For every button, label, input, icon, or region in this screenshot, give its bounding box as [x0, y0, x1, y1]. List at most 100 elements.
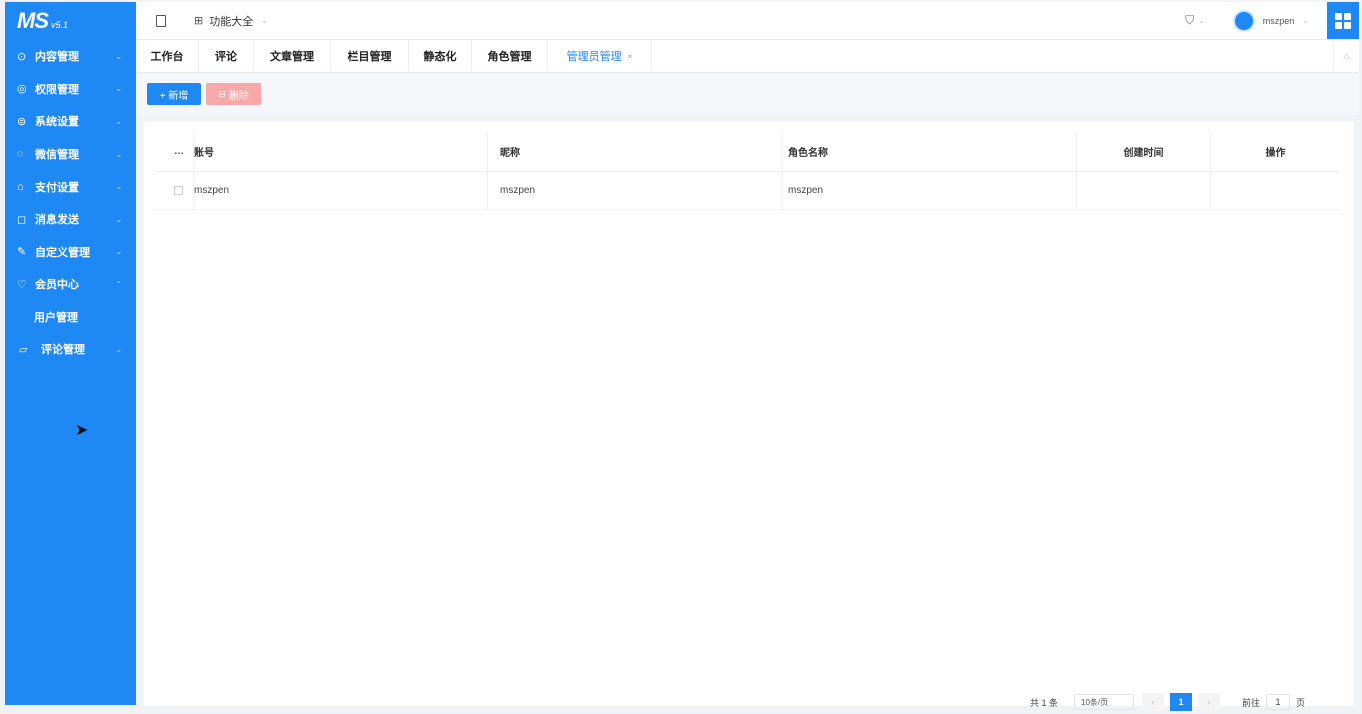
wechat-icon: ◌ — [17, 148, 24, 161]
delete-button[interactable]: ⊟ 删除 — [206, 83, 261, 105]
sidebar-toggle-icon[interactable] — [156, 14, 166, 27]
col-role[interactable]: 角色名称 — [783, 132, 1077, 171]
app-grid-button[interactable] — [1327, 2, 1359, 39]
table-header: … 账号 昵称 角色名称 创建时间 操作 — [154, 132, 1340, 172]
close-icon[interactable]: × — [628, 52, 633, 61]
sidebar-item-label: 支付设置 — [35, 181, 79, 194]
shield-icon[interactable]: ⛉ — [1185, 13, 1194, 28]
select-all-cell[interactable]: … — [154, 132, 194, 171]
tab-columns[interactable]: 栏目管理 — [331, 40, 409, 72]
chevron-down-icon: ⌄ — [115, 247, 122, 257]
comment-icon: ▱ — [19, 343, 28, 356]
tab-articles[interactable]: 文章管理 — [254, 40, 331, 72]
chevron-down-icon: ⌄ — [115, 116, 122, 126]
col-actions: 操作 — [1265, 148, 1286, 159]
tab-dashboard[interactable]: 工作台 — [136, 40, 199, 72]
sidebar-item-label: 内容管理 — [35, 51, 79, 64]
chevron-down-icon: ⌄ — [261, 16, 268, 25]
sidebar-item-label: 自定义管理 — [35, 246, 90, 259]
sidebar-subitem-label: 用户管理 — [34, 311, 78, 324]
chevron-down-icon: ⌄ — [115, 214, 122, 224]
more-icon: … — [174, 146, 185, 157]
content-icon: ⊙ — [17, 50, 27, 63]
edit-icon: ✎ — [17, 246, 27, 259]
sidebar-item-payment[interactable]: ⌂ 支付设置 ⌄ — [5, 170, 136, 203]
col-nickname[interactable]: 昵称 — [488, 132, 783, 171]
chevron-down-icon: ⌄ — [115, 149, 122, 159]
page-number-current[interactable]: 1 — [1170, 693, 1193, 711]
sidebar-item-member[interactable]: ♡ 会员中心 ⌃ — [5, 268, 136, 301]
sidebar-subitem-users[interactable]: 用户管理 — [5, 301, 136, 333]
toolbar: + 新增 ⊟ 删除 — [136, 73, 1359, 115]
add-button[interactable]: + 新增 — [147, 83, 201, 105]
tab-label: 评论 — [215, 51, 237, 63]
chevron-down-icon: ⌄ — [115, 84, 122, 94]
pagination: 共 1 条 10条/页 ‹ 1 › 前往 1 页 — [1030, 692, 1305, 712]
location-icon: ♡ — [17, 278, 27, 291]
cell-nickname: mszpen — [488, 172, 783, 209]
chevron-up-icon: ⌃ — [115, 279, 122, 289]
tab-static[interactable]: 静态化 — [409, 40, 472, 72]
sidebar-item-label: 会员中心 — [35, 279, 79, 292]
sidebar-item-label: 微信管理 — [35, 149, 79, 162]
goto-label: 前往 — [1242, 697, 1261, 708]
prev-page-button[interactable]: ‹ — [1142, 693, 1165, 711]
tab-label: 工作台 — [150, 51, 184, 63]
delete-label: 删除 — [228, 90, 249, 102]
sidebar-item-label: 消息发送 — [35, 214, 79, 227]
brand-version: v5.1 — [51, 20, 69, 30]
cell-role: mszpen — [783, 172, 1077, 209]
tab-label: 静态化 — [423, 51, 457, 63]
tab-bar: 工作台 评论 文章管理 栏目管理 静态化 角色管理 管理员管理 × ◇ — [136, 40, 1359, 73]
col-created[interactable]: 创建时间 — [1077, 132, 1211, 171]
cell-created — [1077, 172, 1211, 209]
chevron-down-icon: ⌄ — [115, 182, 122, 192]
tab-roles[interactable]: 角色管理 — [472, 40, 548, 72]
mouse-cursor-icon: ➤ — [75, 422, 89, 439]
tab-label: 管理员管理 — [566, 51, 622, 63]
col-account[interactable]: 账号 — [194, 132, 488, 171]
chevron-down-icon: ⌄ — [1302, 16, 1309, 25]
chevron-down-icon: ⌄ — [115, 51, 122, 61]
page-size-select[interactable]: 10条/页 — [1074, 694, 1135, 710]
sidebar: MS v5.1 ⊙ 内容管理 ⌄ ◎ 权限管理 ⌄ ⊜ 系统设置 ⌄ ◌ 微信管… — [5, 2, 136, 705]
sidebar-item-system[interactable]: ⊜ 系统设置 ⌄ — [5, 105, 136, 138]
cell-account: mszpen — [194, 172, 488, 209]
app-logo[interactable]: MS v5.1 — [5, 2, 136, 40]
sidebar-item-comments[interactable]: ▱ 评论管理 ⌄ — [5, 333, 136, 366]
row-checkbox[interactable] — [174, 186, 183, 195]
tab-admins[interactable]: 管理员管理 × — [548, 40, 652, 72]
top-header: ⊞ 功能大全 ⌄ ⛉ ⌄ mszpen ⌄ — [136, 2, 1359, 40]
avatar[interactable] — [1232, 9, 1255, 32]
sidebar-item-custom[interactable]: ✎ 自定义管理 ⌄ — [5, 236, 136, 269]
row-select-cell — [154, 172, 194, 209]
brand-name: MS — [17, 8, 49, 33]
tab-label: 栏目管理 — [347, 51, 392, 63]
apps-icon[interactable]: ⊞ — [194, 14, 203, 27]
sidebar-item-content[interactable]: ⊙ 内容管理 ⌄ — [5, 40, 136, 73]
sidebar-item-wechat[interactable]: ◌ 微信管理 ⌄ — [5, 138, 136, 171]
sidebar-item-label: 系统设置 — [35, 116, 79, 129]
permission-icon: ◎ — [17, 83, 27, 96]
trash-icon: ⊟ — [218, 88, 226, 99]
breadcrumb[interactable]: 功能大全 — [209, 13, 253, 29]
username[interactable]: mszpen — [1263, 16, 1295, 26]
settings-icon: ⊜ — [17, 115, 27, 128]
payment-icon: ⌂ — [17, 180, 24, 193]
pagination-total: 共 1 条 — [1030, 697, 1059, 708]
sidebar-item-permission[interactable]: ◎ 权限管理 ⌄ — [5, 73, 136, 106]
sidebar-item-message[interactable]: ◻ 消息发送 ⌄ — [5, 203, 136, 236]
tab-label: 文章管理 — [270, 51, 314, 63]
next-page-button[interactable]: › — [1198, 693, 1221, 711]
goto-page-input[interactable]: 1 — [1266, 694, 1291, 710]
tab-comments[interactable]: 评论 — [199, 40, 254, 72]
sidebar-item-label: 权限管理 — [35, 83, 79, 96]
tabs-menu-icon[interactable]: ◇ — [1333, 40, 1359, 72]
chevron-down-icon: ⌄ — [115, 344, 122, 354]
table-row[interactable]: mszpen mszpen mszpen — [154, 172, 1340, 210]
message-icon: ◻ — [17, 213, 27, 226]
table-panel: … 账号 昵称 角色名称 创建时间 操作 mszpen mszpen mszpe… — [144, 122, 1354, 706]
tab-label: 角色管理 — [487, 51, 532, 63]
grid-icon — [1335, 12, 1351, 29]
chevron-down-icon: ⌄ — [1198, 16, 1205, 25]
